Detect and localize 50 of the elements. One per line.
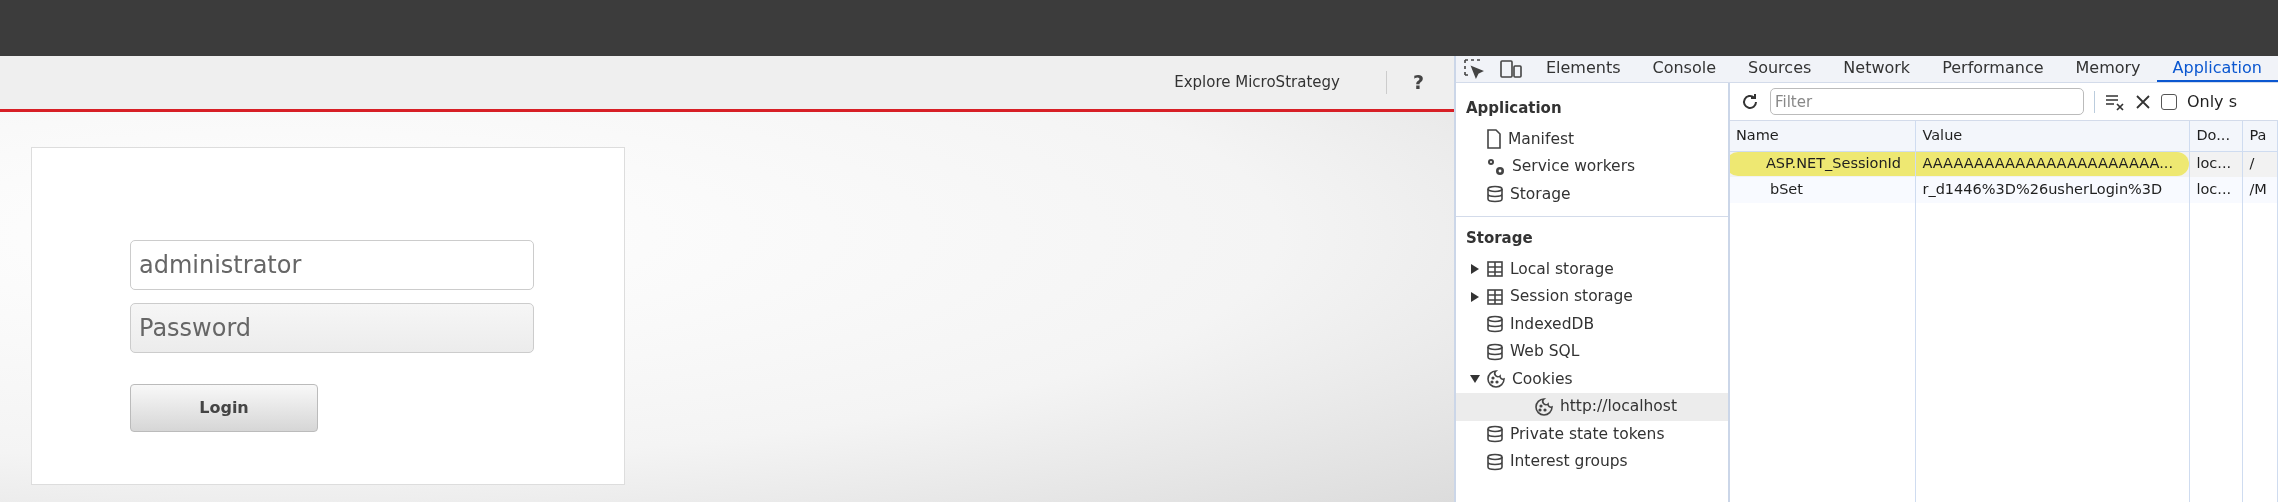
- collapsed-arrow-icon[interactable]: [1469, 262, 1480, 276]
- tab[interactable]: Sources: [1732, 56, 1828, 82]
- checkbox[interactable]: [2160, 93, 2177, 110]
- sidebar-item[interactable]: Interest groups: [1455, 448, 1728, 476]
- username-field[interactable]: administrator: [130, 240, 534, 290]
- section-heading: Application: [1464, 98, 1563, 119]
- tab[interactable]: Application: [2156, 56, 2278, 82]
- table-icon: [1485, 287, 1504, 306]
- cookie-icon: [1485, 369, 1506, 390]
- column-header[interactable]: Name: [1729, 121, 1916, 151]
- sidebar-item[interactable]: Storage: [1455, 180, 1728, 208]
- sidebar-item[interactable]: Manifest: [1455, 125, 1728, 153]
- sidebar-item[interactable]: IndexedDB: [1455, 310, 1728, 338]
- tab[interactable]: Console: [1636, 56, 1732, 82]
- help-link[interactable]: ?: [1386, 68, 1424, 97]
- section-heading: Storage: [1464, 228, 1534, 249]
- table-cell: bSet: [1729, 177, 1916, 203]
- database-icon: [1485, 185, 1504, 204]
- login-button[interactable]: Login: [130, 384, 318, 432]
- explore-link[interactable]: Explore MicroStrategy: [1128, 71, 1387, 94]
- sidebar-item[interactable]: Service workers: [1455, 153, 1728, 181]
- collapsed-arrow-icon[interactable]: [1469, 290, 1480, 304]
- table-cell: /M: [2242, 177, 2278, 203]
- password-field[interactable]: Password: [130, 303, 534, 353]
- checkbox-label: Only s: [2186, 90, 2237, 113]
- table-icon: [1485, 260, 1504, 279]
- highlight-mark: AAAAAAAAAAAAAAAAAAAAAAA...: [1916, 152, 2189, 177]
- tab[interactable]: Network: [1827, 56, 1927, 82]
- sidebar-item[interactable]: Local storage: [1455, 255, 1728, 283]
- tab[interactable]: Elements: [1529, 56, 1637, 82]
- highlight-mark: ASP.NET_SessionId: [1729, 152, 1915, 177]
- sidebar-item[interactable]: Cookies: [1455, 365, 1728, 393]
- tab[interactable]: Performance: [1926, 56, 2060, 82]
- file-icon: [1485, 129, 1502, 150]
- database-icon: [1485, 342, 1504, 361]
- sidebar-item[interactable]: Private state tokens: [1455, 420, 1728, 448]
- column-header[interactable]: Value: [1915, 121, 2190, 151]
- sidebar-item[interactable]: Web SQL: [1455, 338, 1728, 366]
- filter-field[interactable]: Filter: [1769, 88, 2084, 115]
- cookie-icon: [1533, 396, 1554, 417]
- database-icon: [1485, 425, 1504, 444]
- table-cell: r_d1446%3D%26usherLogin%3D: [1915, 177, 2190, 203]
- sidebar-item[interactable]: Session storage: [1455, 283, 1728, 311]
- database-icon: [1485, 315, 1504, 334]
- sidebar-item[interactable]: http://localhost: [1455, 393, 1728, 421]
- tab[interactable]: Memory: [2059, 56, 2157, 82]
- database-icon: [1485, 452, 1504, 471]
- column-header[interactable]: Pa: [2242, 121, 2278, 151]
- table-cell: loc...: [2189, 177, 2243, 203]
- column-header[interactable]: Do...: [2189, 121, 2243, 151]
